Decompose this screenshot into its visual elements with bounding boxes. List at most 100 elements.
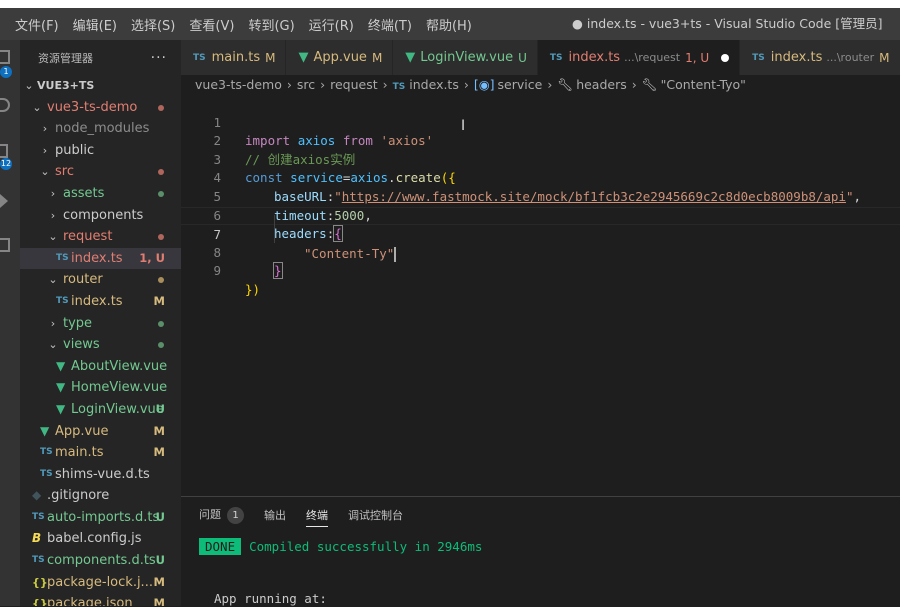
tree-file[interactable]: TS auto-imports.d.ts U (20, 507, 181, 529)
explorer-badge: 1 (0, 66, 12, 78)
wrench-icon: 🔧︎ (641, 77, 658, 92)
vue-file-icon: ▼ (56, 401, 66, 416)
done-badge: DONE (199, 538, 242, 555)
tree-item-label: main.ts (55, 445, 104, 461)
tree-folder[interactable]: ⌄ vue3-ts-demo (20, 97, 181, 119)
tree-file[interactable]: TS index.ts M (20, 291, 181, 313)
tree-file[interactable]: TS index.ts 1, U (20, 247, 181, 270)
tree-folder[interactable]: › public (20, 140, 181, 162)
git-status-badge: M (153, 596, 165, 606)
problems-count-badge: 1 (227, 506, 244, 524)
tab-description: ...\request (624, 51, 681, 64)
mouse-ibeam-icon: I (461, 118, 466, 134)
explorer-sidebar: 资源管理器 ··· ⌄ VUE3+TS ⌄ vue3-ts-demo › node_m… (20, 40, 181, 606)
typescript-file-icon: TS (549, 52, 563, 63)
window-title: ● index.ts - vue3+ts - Visual Studio Cod… (572, 16, 883, 31)
tree-item-label: vue3-ts-demo (47, 99, 138, 115)
tree-item-label: components (63, 207, 144, 223)
vue-file-icon: ▼ (56, 380, 66, 395)
tree-folder[interactable]: › assets (20, 183, 181, 205)
more-actions-icon[interactable]: ··· (151, 50, 167, 66)
menu-view[interactable]: 查看(V) (182, 15, 241, 34)
breadcrumb-item-request[interactable]: request (330, 77, 378, 92)
git-status-badge: M (153, 574, 165, 589)
tab-output[interactable]: 输出 (264, 507, 286, 523)
menu-selection[interactable]: 选择(S) (124, 15, 182, 34)
menu-help[interactable]: 帮助(H) (419, 15, 479, 34)
editor-tab[interactable]: TS main.ts M (181, 40, 287, 75)
explorer-icon[interactable] (0, 50, 10, 64)
terminal-message: Compiled successfully in 2946ms (249, 539, 483, 554)
tree-folder[interactable]: ⌄ request (20, 226, 181, 248)
extensions-icon[interactable] (0, 238, 10, 252)
tree-file[interactable]: ▼ AboutView.vue (20, 356, 181, 378)
tab-git-status: M (371, 50, 383, 65)
tree-file[interactable]: {} package.json M (20, 593, 181, 606)
project-section-header[interactable]: ⌄ VUE3+TS (20, 75, 181, 97)
tab-git-status: M (879, 50, 890, 65)
project-name: VUE3+TS (37, 79, 95, 92)
breadcrumb-item-service[interactable]: service (498, 77, 543, 92)
menu-run[interactable]: 运行(R) (302, 15, 361, 34)
terminal-output[interactable]: DONE Compiled successfully in 2946ms (199, 538, 483, 555)
editor-tab[interactable]: ▼ LoginView.vue U (393, 40, 538, 75)
title-bar: 文件(F) 编辑(E) 选择(S) 查看(V) 转到(G) 运行(R) 终端(T… (0, 0, 900, 40)
breadcrumb-item-property[interactable]: "Content-Tyo" (661, 77, 746, 92)
tree-item-label: components.d.ts (47, 553, 156, 569)
editor-tabs: TS main.ts M ▼ App.vue M ▼ LoginView.vue U TS inde… (181, 40, 900, 75)
tree-item-label: views (63, 337, 100, 353)
tree-file[interactable]: ◆ .gitignore (20, 485, 181, 507)
unsaved-dot-icon[interactable] (721, 53, 730, 62)
menu-edit[interactable]: 编辑(E) (66, 15, 124, 34)
tree-file[interactable]: TS shims-vue.d.ts (20, 464, 181, 486)
git-status-badge: 1, U (139, 250, 165, 265)
source-control-icon[interactable] (0, 144, 8, 158)
breadcrumb-item-root[interactable]: vue3-ts-demo (195, 77, 282, 92)
tab-git-status: 1, U (685, 50, 710, 65)
variable-icon: [◉] (473, 77, 495, 92)
tree-item-label: index.ts (71, 250, 123, 266)
chevron-right-icon: › (50, 316, 56, 330)
code-editor[interactable]: 1 import axios from 'axios' 2 // 创建axios… (181, 95, 900, 495)
tree-folder[interactable]: ⌄ src (20, 161, 181, 183)
typescript-file-icon: TS (56, 295, 69, 306)
chevron-right-icon: › (463, 77, 469, 92)
chevron-right-icon: › (42, 143, 48, 157)
menu-file[interactable]: 文件(F) (8, 15, 66, 34)
breadcrumb-item-file[interactable]: index.ts (409, 77, 459, 92)
tree-file[interactable]: ▼ App.vue M (20, 421, 181, 443)
tree-folder[interactable]: › components (20, 205, 181, 227)
menu-bar: 文件(F) 编辑(E) 选择(S) 查看(V) 转到(G) 运行(R) 终端(T… (8, 8, 479, 40)
tree-item-label: src (55, 164, 74, 180)
tree-file[interactable]: {} package-lock.j... M (20, 572, 181, 594)
git-status-badge: M (153, 293, 165, 308)
breadcrumb-item-src[interactable]: src (297, 77, 315, 92)
run-debug-icon[interactable] (0, 194, 8, 208)
editor-tab[interactable]: TS index.ts ...\request 1, U (537, 40, 741, 75)
typescript-file-icon: TS (752, 52, 765, 63)
tree-file[interactable]: TS components.d.ts U (20, 550, 181, 572)
menu-go[interactable]: 转到(G) (241, 15, 301, 34)
vue-file-icon: ▼ (56, 358, 66, 373)
babel-file-icon: B (32, 531, 42, 546)
tree-item-label: auto-imports.d.ts (47, 509, 160, 525)
menu-terminal[interactable]: 终端(T) (361, 15, 419, 34)
tree-item-label: .gitignore (47, 488, 110, 504)
status-dot (158, 104, 164, 111)
editor-tab[interactable]: ▼ App.vue M (286, 40, 394, 75)
tab-debug-console[interactable]: 调试控制台 (348, 507, 403, 523)
tree-folder[interactable]: ⌄ views (20, 334, 181, 356)
breadcrumb-item-headers[interactable]: headers (576, 77, 627, 92)
editor-tab[interactable]: TS index.ts ...\router M (740, 40, 900, 75)
tab-terminal[interactable]: 终端 (306, 507, 328, 527)
tree-file[interactable]: TS main.ts M (20, 442, 181, 464)
tree-folder[interactable]: › node_modules (20, 118, 181, 140)
tab-label: App.vue (313, 50, 367, 65)
tree-folder[interactable]: ⌄ router (20, 269, 181, 291)
tree-file[interactable]: ▼ LoginView.vue U (20, 399, 181, 421)
tree-file[interactable]: ▼ HomeView.vue (20, 377, 181, 399)
tree-file[interactable]: Bbabel.config.js (20, 528, 181, 550)
tree-folder[interactable]: › type (20, 313, 181, 335)
search-icon[interactable] (0, 98, 10, 112)
tab-problems[interactable]: 问题 1 (199, 506, 244, 524)
